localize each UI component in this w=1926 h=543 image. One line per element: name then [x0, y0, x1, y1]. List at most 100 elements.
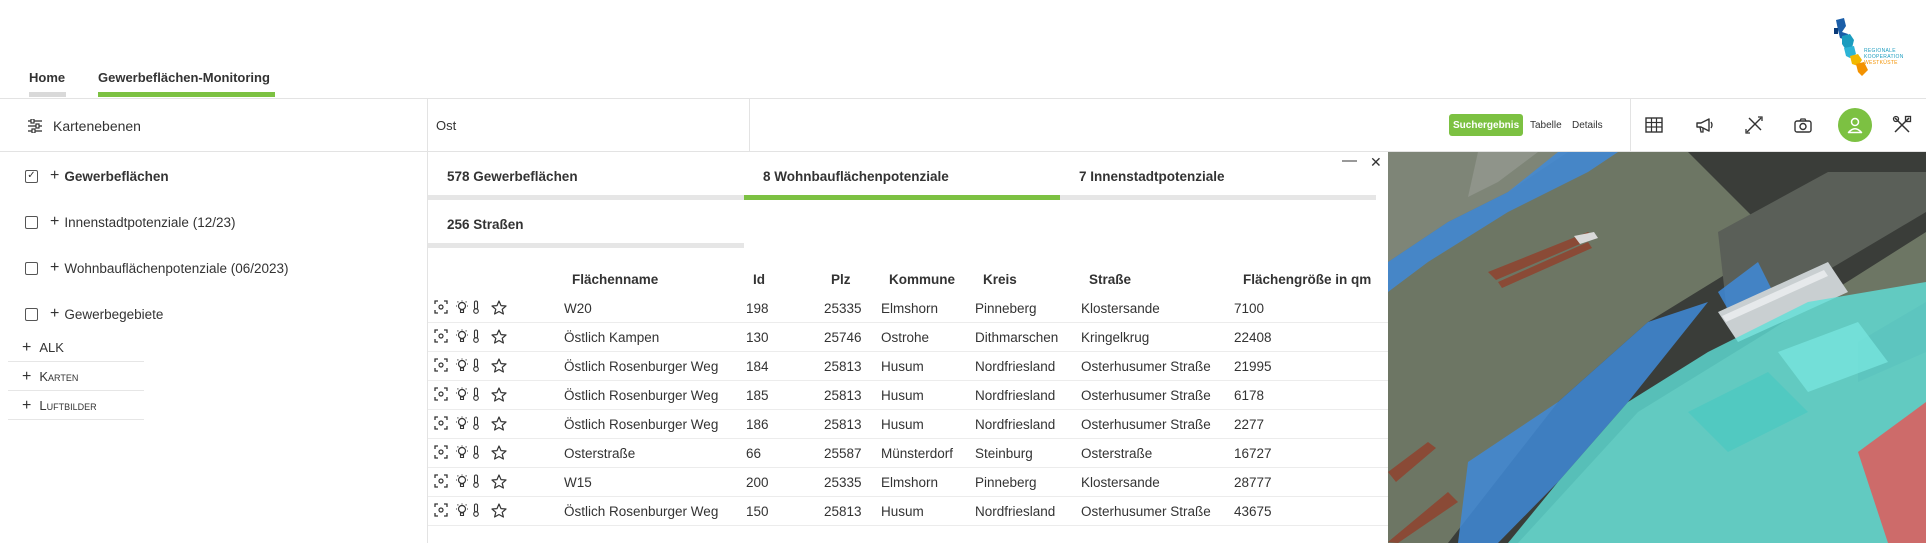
cell-kreis: Dithmarschen — [975, 330, 1059, 345]
layer-label: Wohnbauflächenpotenziale (06/2023) — [64, 260, 289, 276]
expand-plus-icon[interactable]: + — [50, 167, 59, 185]
user-profile-button[interactable] — [1838, 108, 1872, 142]
group-karten[interactable]: + Karten — [8, 363, 144, 391]
column-plz[interactable]: Plz — [831, 272, 851, 287]
measure-icon[interactable] — [1742, 113, 1766, 137]
cell-kommune: Husum — [881, 359, 924, 374]
layer-gewerbeflaechen[interactable]: ✓ + Gewerbeflächen — [25, 167, 169, 185]
cell-id: 186 — [746, 417, 769, 432]
lightbulb-icon[interactable] — [453, 474, 471, 491]
thermometer-icon[interactable] — [472, 445, 480, 462]
thermometer-icon[interactable] — [472, 416, 480, 433]
lightbulb-icon[interactable] — [453, 503, 471, 520]
zoom-to-icon[interactable] — [434, 329, 448, 346]
zoom-to-icon[interactable] — [434, 358, 448, 375]
top-navigation: Home Gewerbeflächen-Monitoring REGIONALE… — [0, 0, 1926, 98]
cell-plz: 25335 — [824, 301, 862, 316]
tab-gewerbeflaechen-monitoring[interactable]: Gewerbeflächen-Monitoring — [98, 70, 270, 85]
expand-plus-icon[interactable]: + — [50, 305, 59, 323]
search-input[interactable]: Ost — [428, 99, 750, 152]
tab-innenstadtpotenziale-results[interactable]: 7 Innenstadtpotenziale — [1060, 152, 1376, 200]
sliders-icon — [28, 118, 42, 133]
table-row[interactable]: W15 200 25335 Elmshorn Pinneberg Klostersande… — [428, 468, 1388, 497]
layer-wohnbauflaechenpotenziale[interactable]: + Wohnbauflächenpotenziale (06/2023) — [25, 259, 289, 277]
table-row[interactable]: Östlich Rosenburger Weg 185 25813 Husum Nord… — [428, 381, 1388, 410]
tab-home[interactable]: Home — [29, 70, 65, 85]
tab-gewerbeflaechen-results[interactable]: 578 Gewerbeflächen — [428, 152, 744, 200]
table-row[interactable]: Östlich Rosenburger Weg 186 25813 Husum Nord… — [428, 410, 1388, 439]
cell-kommune: Ostrohe — [881, 330, 930, 345]
star-icon[interactable] — [491, 387, 507, 405]
tab-wohnbauflaechenpotenziale-results[interactable]: 8 Wohnbauflächenpotenziale — [744, 152, 1060, 200]
regionale-kooperation-logo: REGIONALE KOOPERATION WESTKÜSTE — [1830, 18, 1910, 82]
lightbulb-icon[interactable] — [453, 300, 471, 317]
view-details[interactable]: Details — [1568, 114, 1607, 136]
expand-plus-icon[interactable]: + — [50, 259, 59, 277]
thermometer-icon[interactable] — [472, 474, 480, 491]
logo-text-line3: WESTKÜSTE — [1864, 60, 1898, 66]
zoom-to-icon[interactable] — [434, 474, 448, 491]
tab-label: 8 Wohnbauflächenpotenziale — [763, 168, 949, 184]
tools-icon[interactable] — [1890, 113, 1914, 137]
lightbulb-icon[interactable] — [453, 445, 471, 462]
star-icon[interactable] — [491, 416, 507, 434]
layer-gewerbegebiete[interactable]: + Gewerbegebiete — [25, 305, 163, 323]
cell-flaechengroesse: 2277 — [1234, 417, 1265, 432]
zoom-to-icon[interactable] — [434, 387, 448, 404]
zoom-to-icon[interactable] — [434, 503, 448, 520]
view-tabelle[interactable]: Tabelle — [1526, 114, 1566, 136]
star-icon[interactable] — [491, 503, 507, 521]
column-flaechenname[interactable]: Flächenname — [572, 272, 658, 287]
lightbulb-icon[interactable] — [453, 329, 471, 346]
thermometer-icon[interactable] — [472, 503, 480, 520]
cell-plz: 25813 — [824, 388, 862, 403]
expand-plus-icon[interactable]: + — [50, 213, 59, 231]
star-icon[interactable] — [491, 358, 507, 376]
star-icon[interactable] — [491, 329, 507, 347]
table-icon[interactable] — [1642, 113, 1666, 137]
cell-kreis: Pinneberg — [975, 475, 1037, 490]
layer-innenstadtpotenziale[interactable]: + Innenstadtpotenziale (12/23) — [25, 213, 235, 231]
thermometer-icon[interactable] — [472, 300, 480, 317]
lightbulb-icon[interactable] — [453, 416, 471, 433]
star-icon[interactable] — [491, 300, 507, 318]
tab-label: 7 Innenstadtpotenziale — [1079, 168, 1225, 184]
cell-id: 184 — [746, 359, 769, 374]
thermometer-icon[interactable] — [472, 358, 480, 375]
tab-strassen-results[interactable]: 256 Straßen — [428, 200, 744, 248]
cell-kommune: Elmshorn — [881, 475, 939, 490]
table-row[interactable]: Östlich Rosenburger Weg 184 25813 Husum Nord… — [428, 352, 1388, 381]
thermometer-icon[interactable] — [472, 387, 480, 404]
star-icon[interactable] — [491, 445, 507, 463]
table-row[interactable]: Östlich Kampen 130 25746 Ostrohe Dithmarsche… — [428, 323, 1388, 352]
zoom-to-icon[interactable] — [434, 445, 448, 462]
cell-strasse: Osterhusumer Straße — [1081, 388, 1211, 403]
view-suchergebnis[interactable]: Suchergebnis — [1449, 114, 1524, 136]
group-alk[interactable]: + ALK — [8, 334, 144, 362]
lightbulb-icon[interactable] — [453, 358, 471, 375]
layer-checkbox[interactable] — [25, 261, 38, 275]
column-id[interactable]: Id — [753, 272, 765, 287]
column-kommune[interactable]: Kommune — [889, 272, 955, 287]
star-icon[interactable] — [491, 474, 507, 492]
lightbulb-icon[interactable] — [453, 387, 471, 404]
cell-id: 185 — [746, 388, 769, 403]
cell-flaechengroesse: 6178 — [1234, 388, 1265, 403]
megaphone-icon[interactable] — [1693, 113, 1717, 137]
aerial-map[interactable] — [1388, 152, 1926, 543]
layer-checkbox-checked[interactable]: ✓ — [25, 169, 38, 183]
column-strasse[interactable]: Straße — [1089, 272, 1131, 287]
table-row[interactable]: W20 198 25335 Elmshorn Pinneberg Klostersande… — [428, 294, 1388, 323]
camera-icon[interactable] — [1791, 113, 1815, 137]
zoom-to-icon[interactable] — [434, 300, 448, 317]
column-flaechengroesse[interactable]: Flächengröße in qm — [1243, 272, 1371, 287]
layer-checkbox[interactable] — [25, 307, 38, 321]
column-kreis[interactable]: Kreis — [983, 272, 1017, 287]
thermometer-icon[interactable] — [472, 329, 480, 346]
group-luftbilder[interactable]: + Luftbilder — [8, 392, 144, 420]
kartenebenen-button[interactable]: Kartenebenen — [8, 99, 428, 152]
layer-checkbox[interactable] — [25, 215, 38, 229]
table-row[interactable]: Osterstraße 66 25587 Münsterdorf Steinburg Os… — [428, 439, 1388, 468]
zoom-to-icon[interactable] — [434, 416, 448, 433]
table-row[interactable]: Östlich Rosenburger Weg 150 25813 Husum Nord… — [428, 497, 1388, 526]
